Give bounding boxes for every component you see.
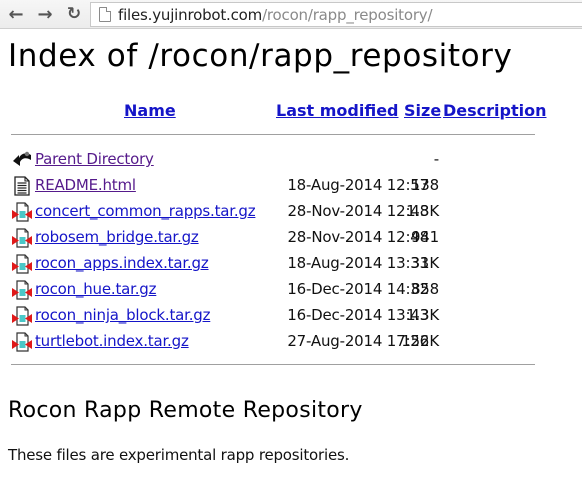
file-link[interactable]: Parent Directory (35, 150, 154, 168)
file-size: - (433, 150, 439, 168)
page-icon (99, 7, 111, 22)
compressed-file-icon (11, 280, 33, 300)
repository-heading: Rocon Rapp Remote Repository (8, 398, 363, 423)
file-size: 1.3K (406, 306, 439, 324)
back-button[interactable]: ← (5, 3, 27, 25)
file-link[interactable]: turtlebot.index.tar.gz (35, 332, 189, 350)
browser-toolbar: ← → ↻ files.yujinrobot.com/rocon/rapp_re… (0, 0, 582, 29)
repository-description: These files are experimental rapp reposi… (8, 446, 350, 464)
file-row: rocon_ninja_block.tar.gz 16-Dec-2014 13:4… (8, 303, 538, 329)
file-row: rocon_apps.index.tar.gz 18-Aug-2014 13:33… (8, 251, 538, 277)
column-header-last-modified[interactable]: Last modified (276, 101, 399, 120)
column-header-description[interactable]: Description (443, 101, 546, 120)
file-row: rocon_hue.tar.gz 16-Dec-2014 14:32 858 (8, 277, 538, 303)
forward-button[interactable]: → (34, 3, 56, 25)
file-row: README.html 18-Aug-2014 12:57 138 (8, 173, 538, 199)
page-title: Index of /rocon/rapp_repository (8, 38, 513, 74)
file-size: 152K (401, 332, 439, 350)
arrow-right-icon: → (37, 3, 53, 25)
text-file-icon (11, 176, 33, 196)
arrow-left-icon: ← (8, 3, 24, 25)
file-link[interactable]: robosem_bridge.tar.gz (35, 228, 199, 246)
file-link[interactable]: rocon_ninja_block.tar.gz (35, 306, 210, 324)
reload-icon: ↻ (66, 4, 82, 24)
compressed-file-icon (11, 332, 33, 352)
url-text[interactable]: files.yujinrobot.com/rocon/rapp_reposito… (118, 5, 433, 24)
column-header-size[interactable]: Size (404, 101, 441, 120)
compressed-file-icon (11, 254, 33, 274)
file-row: turtlebot.index.tar.gz 27-Aug-2014 17:26 1… (8, 329, 538, 355)
file-link[interactable]: rocon_apps.index.tar.gz (35, 254, 209, 272)
file-row: Parent Directory - (8, 147, 538, 173)
file-row: robosem_bridge.tar.gz 28-Nov-2014 12:48 94… (8, 225, 538, 251)
compressed-file-icon (11, 306, 33, 326)
back-folder-icon (11, 150, 33, 170)
column-header-name[interactable]: Name (124, 101, 176, 120)
file-size: 858 (410, 280, 439, 298)
compressed-file-icon (11, 202, 33, 222)
file-link[interactable]: concert_common_rapps.tar.gz (35, 202, 256, 220)
header-divider (11, 134, 535, 135)
file-size: 941 (410, 228, 439, 246)
footer-divider (11, 364, 535, 365)
url-host: files.yujinrobot.com (118, 5, 263, 24)
address-bar[interactable]: files.yujinrobot.com/rocon/rapp_reposito… (90, 2, 582, 27)
file-size: 1.3K (406, 202, 439, 220)
reload-button[interactable]: ↻ (63, 3, 85, 25)
file-link[interactable]: README.html (35, 176, 136, 194)
file-size: 138 (410, 176, 439, 194)
compressed-file-icon (11, 228, 33, 248)
file-link[interactable]: rocon_hue.tar.gz (35, 280, 156, 298)
url-path: /rocon/rapp_repository/ (262, 5, 433, 24)
file-size: 31K (410, 254, 440, 272)
file-row: concert_common_rapps.tar.gz 28-Nov-2014 1… (8, 199, 538, 225)
